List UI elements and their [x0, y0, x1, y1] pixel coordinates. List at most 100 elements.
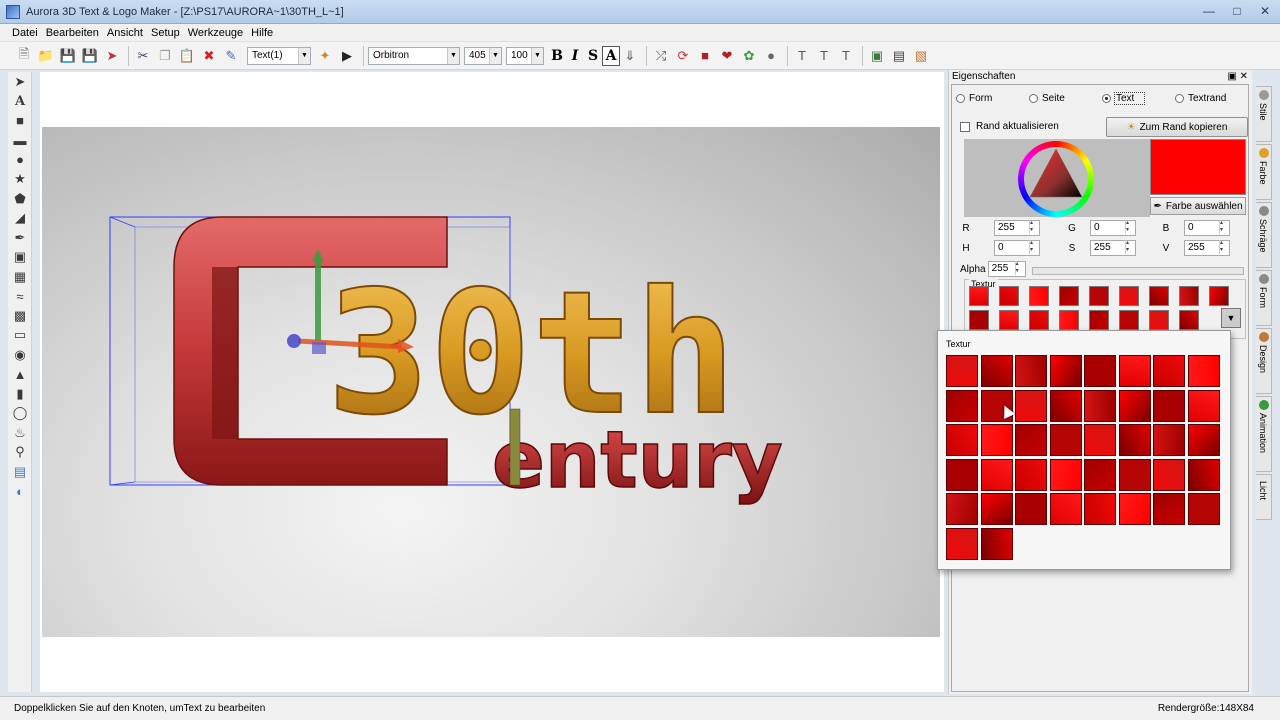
texture-option[interactable] [946, 458, 978, 491]
color-picker-area[interactable] [964, 139, 1150, 217]
texture-swatch[interactable] [1149, 310, 1169, 330]
texture-option[interactable] [1153, 424, 1185, 456]
menu-setup[interactable]: Setup [147, 27, 184, 39]
texture-option[interactable] [1118, 458, 1151, 491]
curve-shape-icon[interactable]: ◢ [8, 209, 32, 229]
menu-werkzeuge[interactable]: Werkzeuge [184, 27, 247, 39]
save-as-icon[interactable]: 💾 [80, 46, 100, 66]
texture-option[interactable] [1084, 355, 1116, 387]
brush-icon[interactable]: ✎ [221, 46, 241, 66]
texture-option[interactable] [980, 527, 1013, 560]
texture-swatch[interactable] [969, 310, 989, 330]
cut-icon[interactable]: ✂ [133, 46, 153, 66]
texture-option[interactable] [1118, 493, 1151, 525]
color-wheel[interactable] [1018, 141, 1094, 217]
symbol-tool-icon[interactable]: ▦ [8, 267, 32, 287]
texture-dropdown-button[interactable]: ▼ [1221, 308, 1241, 328]
pillar-shape-icon[interactable]: ▮ [8, 384, 32, 404]
texture-swatch[interactable] [1059, 310, 1079, 330]
texture-option[interactable] [1049, 458, 1082, 491]
tab-design[interactable]: Design [1256, 328, 1272, 394]
circle-shape-icon[interactable]: ● [8, 150, 32, 170]
alpha-input[interactable]: 255 [987, 261, 1026, 277]
square-shape-icon[interactable]: ■ [8, 111, 32, 131]
pen-tool-icon[interactable]: ✒ [8, 228, 32, 248]
value-input[interactable]: 255 [1184, 240, 1230, 256]
texture-option[interactable] [1153, 355, 1185, 387]
texture-option[interactable] [1187, 493, 1220, 525]
image-icon[interactable]: ▣ [867, 46, 887, 66]
paste-icon[interactable]: 📋 [177, 46, 197, 66]
render-stage[interactable]: 30th entury [42, 127, 940, 637]
background-icon[interactable]: ▧ [911, 46, 931, 66]
maximize-button[interactable]: □ [1228, 3, 1246, 19]
menu-ansicht[interactable]: Ansicht [103, 27, 147, 39]
texture-option[interactable] [1015, 458, 1047, 491]
texture-option[interactable] [1049, 389, 1082, 422]
text-box-icon[interactable]: ▣ [8, 248, 32, 268]
play-icon[interactable]: ▶ [337, 46, 357, 66]
copy-icon[interactable]: ❐ [155, 46, 175, 66]
wand-icon[interactable]: ✦ [315, 46, 335, 66]
texture-swatch[interactable] [999, 310, 1019, 330]
photo-insert-icon[interactable]: ◐ [8, 482, 32, 502]
texture-option[interactable] [1153, 458, 1185, 491]
export-icon[interactable]: ➤ [102, 46, 122, 66]
torus-shape-icon[interactable]: ◯ [8, 404, 32, 424]
text-align-right-icon[interactable]: T [836, 46, 856, 66]
cube-icon[interactable]: ■ [695, 46, 715, 66]
texture-option[interactable] [1015, 424, 1047, 456]
blue-input[interactable]: 0 [1184, 220, 1230, 236]
green-input[interactable]: 0 [1090, 220, 1136, 236]
texture-swatch[interactable] [969, 286, 989, 306]
texture-swatch[interactable] [1119, 286, 1139, 306]
text-tool-icon[interactable]: A [8, 92, 32, 112]
texture-swatch[interactable] [1149, 286, 1169, 306]
wave-tool-icon[interactable]: ≈ [8, 287, 32, 307]
texture-option[interactable] [1049, 355, 1082, 387]
image-insert-icon[interactable]: ▤ [8, 462, 32, 482]
texture-option[interactable] [946, 389, 978, 422]
texture-swatch[interactable] [1209, 286, 1229, 306]
texture-swatch[interactable] [1089, 286, 1109, 306]
texture-swatch[interactable] [1179, 286, 1199, 306]
menu-hilfe[interactable]: Hilfe [247, 27, 277, 39]
leaf-icon[interactable]: ✿ [739, 46, 759, 66]
hue-input[interactable]: 0 [994, 240, 1040, 256]
cylinder-shape-icon[interactable]: ▭ [8, 326, 32, 346]
select-arrow-icon[interactable]: ➤ [8, 72, 32, 92]
radio-form[interactable]: Form [956, 93, 1029, 104]
tab-licht[interactable]: Licht [1256, 474, 1272, 520]
saturation-input[interactable]: 255 [1090, 240, 1136, 256]
open-folder-icon[interactable]: 📁 [36, 46, 56, 66]
new-file-icon[interactable]: 🗎 [14, 46, 34, 66]
tab-farbe[interactable]: Farbe [1256, 144, 1272, 200]
texture-option[interactable] [980, 424, 1013, 456]
texture-option[interactable] [1049, 424, 1082, 456]
scale-input[interactable]: 100 ▼ [506, 46, 544, 65]
panel-pin-icon[interactable]: ▣ ✕ [1227, 70, 1248, 84]
texture-swatch[interactable] [1029, 286, 1049, 306]
bold-button[interactable]: B [548, 46, 566, 66]
texture-swatch[interactable] [1119, 310, 1139, 330]
texture-option[interactable] [946, 493, 978, 525]
font-size-input[interactable]: 405 ▼ [464, 46, 502, 65]
texture-popup[interactable]: Textur [937, 330, 1231, 570]
object-select[interactable]: Text(1) ▼ [247, 46, 311, 65]
texture-option[interactable] [1187, 424, 1220, 456]
vase-shape-icon[interactable]: ♨ [8, 423, 32, 443]
texture-option[interactable] [1118, 424, 1151, 456]
heart-icon[interactable]: ❤ [717, 46, 737, 66]
texture-option[interactable] [1118, 355, 1151, 387]
radio-seite[interactable]: Seite [1029, 93, 1102, 104]
texture-option[interactable] [1187, 355, 1220, 387]
sphere-shape-icon[interactable]: ◉ [8, 345, 32, 365]
tab-form[interactable]: Form [1256, 270, 1272, 326]
texture-option[interactable] [1118, 389, 1151, 422]
save-icon[interactable]: 💾 [58, 46, 78, 66]
tab-schraege[interactable]: Schräge [1256, 202, 1272, 268]
texture-option[interactable] [1015, 355, 1047, 387]
radio-textrand[interactable]: Textrand [1175, 93, 1248, 104]
minimize-button[interactable]: — [1200, 3, 1218, 19]
tab-animation[interactable]: Animation [1256, 396, 1272, 472]
